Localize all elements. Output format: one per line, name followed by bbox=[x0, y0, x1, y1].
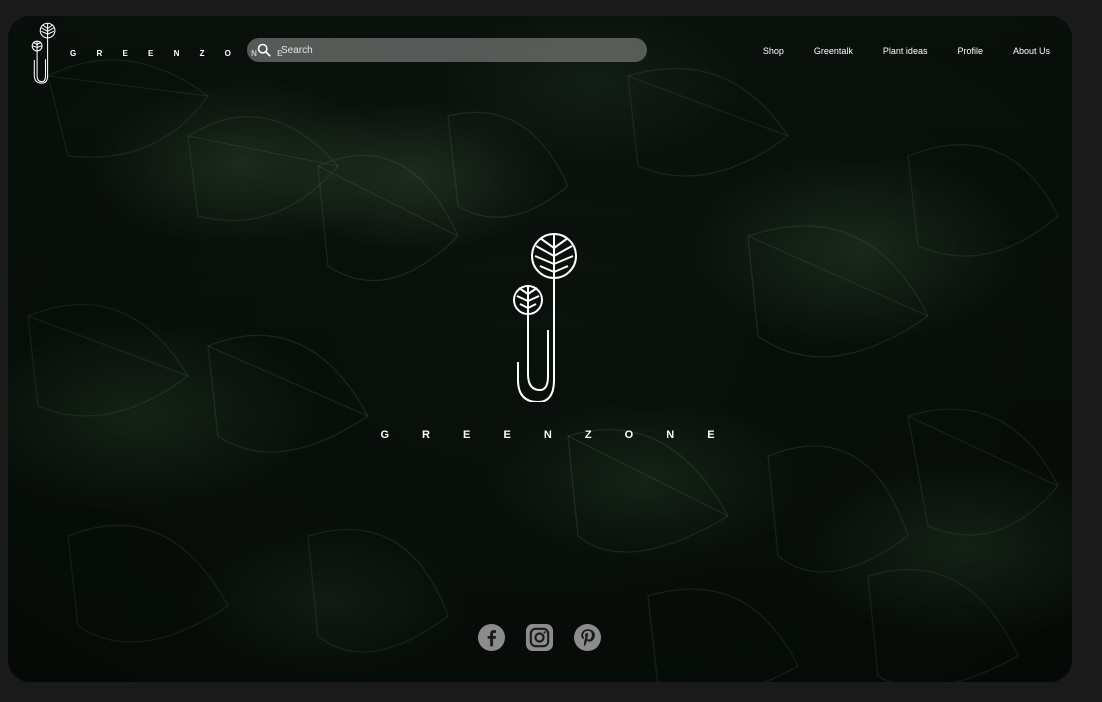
nav-item-greentalk[interactable]: Greentalk bbox=[814, 46, 853, 56]
greenzone-logo-icon bbox=[31, 22, 56, 84]
search-icon bbox=[257, 43, 271, 57]
pinterest-icon[interactable] bbox=[573, 623, 602, 652]
hero-brand-name: G R E E N Z O N E bbox=[380, 429, 730, 441]
nav-item-plant-ideas[interactable]: Plant ideas bbox=[883, 46, 928, 56]
nav-item-shop[interactable]: Shop bbox=[763, 46, 784, 56]
facebook-icon[interactable] bbox=[477, 623, 506, 652]
nav-item-about-us[interactable]: About Us bbox=[1013, 46, 1050, 56]
top-navigation: Shop Greentalk Plant ideas Profile About… bbox=[733, 46, 1050, 56]
social-links bbox=[477, 623, 621, 652]
instagram-icon[interactable] bbox=[525, 623, 554, 652]
nav-item-profile[interactable]: Profile bbox=[957, 46, 983, 56]
hero-background: G R E E N Z O N E Shop Greentalk Plant i… bbox=[8, 16, 1072, 682]
search-input[interactable] bbox=[279, 43, 623, 57]
search-bar[interactable] bbox=[247, 38, 647, 62]
hero-logo-icon bbox=[513, 233, 577, 402]
